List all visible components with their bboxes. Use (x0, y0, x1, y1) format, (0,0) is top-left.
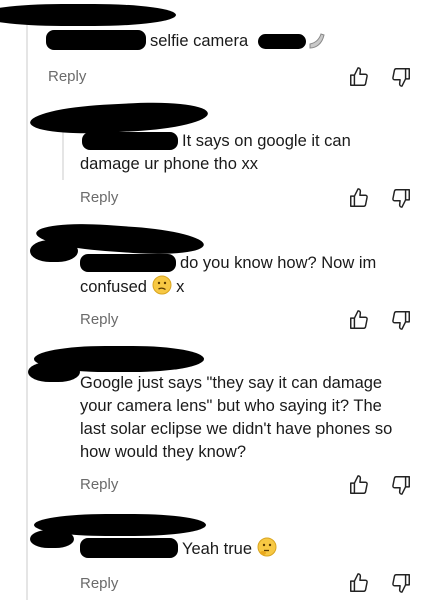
comment-text-line-1: It says on google it can (182, 132, 351, 150)
redacted-avatar (28, 362, 80, 382)
thumbs-up-icon[interactable] (348, 572, 370, 594)
confused-face-icon (152, 275, 172, 295)
thumbs-down-icon[interactable] (390, 66, 412, 88)
thumbs-up-icon[interactable] (348, 309, 370, 331)
redacted-username (46, 30, 146, 50)
thread-line (26, 6, 28, 600)
comment-text-line-2: your camera lens" but who saying it? The (80, 397, 382, 415)
redacted-header (0, 4, 176, 26)
redacted-avatar (30, 240, 78, 262)
thumbs-up-icon[interactable] (348, 187, 370, 209)
comment-text-line-4: how would they know? (80, 443, 247, 461)
thumbs-down-icon[interactable] (390, 187, 412, 209)
thumbs-down-icon[interactable] (390, 474, 412, 496)
redacted-username (80, 254, 176, 272)
comment-text-line-2: confused x (80, 275, 184, 298)
comment-text-line-2: damage ur phone tho xx (80, 155, 258, 173)
redacted-username (82, 132, 178, 150)
reply-button[interactable]: Reply (80, 476, 118, 493)
comment-text-line-1: Google just says "they say it can damage (80, 374, 383, 392)
comment-text: selfie camera (150, 32, 249, 50)
thumbs-up-icon[interactable] (348, 66, 370, 88)
comment-text-line-3: last solar eclipse we didn't have phones… (80, 420, 393, 438)
reply-button[interactable]: Reply (80, 575, 118, 592)
reply-button[interactable]: Reply (48, 68, 86, 85)
redacted-username (80, 538, 178, 558)
thumbs-down-icon[interactable] (390, 572, 412, 594)
redacted-inline (258, 34, 306, 49)
reply-button[interactable]: Reply (80, 311, 118, 328)
comment-text: Yeah true (182, 537, 277, 560)
redacted-avatar (30, 530, 74, 548)
hand-emoji-icon (306, 30, 328, 57)
thumbs-down-icon[interactable] (390, 309, 412, 331)
thumbs-up-icon[interactable] (348, 474, 370, 496)
thinking-face-icon (257, 537, 277, 557)
comment-text-line-1: do you know how? Now im (180, 254, 377, 272)
reply-button[interactable]: Reply (80, 189, 118, 206)
